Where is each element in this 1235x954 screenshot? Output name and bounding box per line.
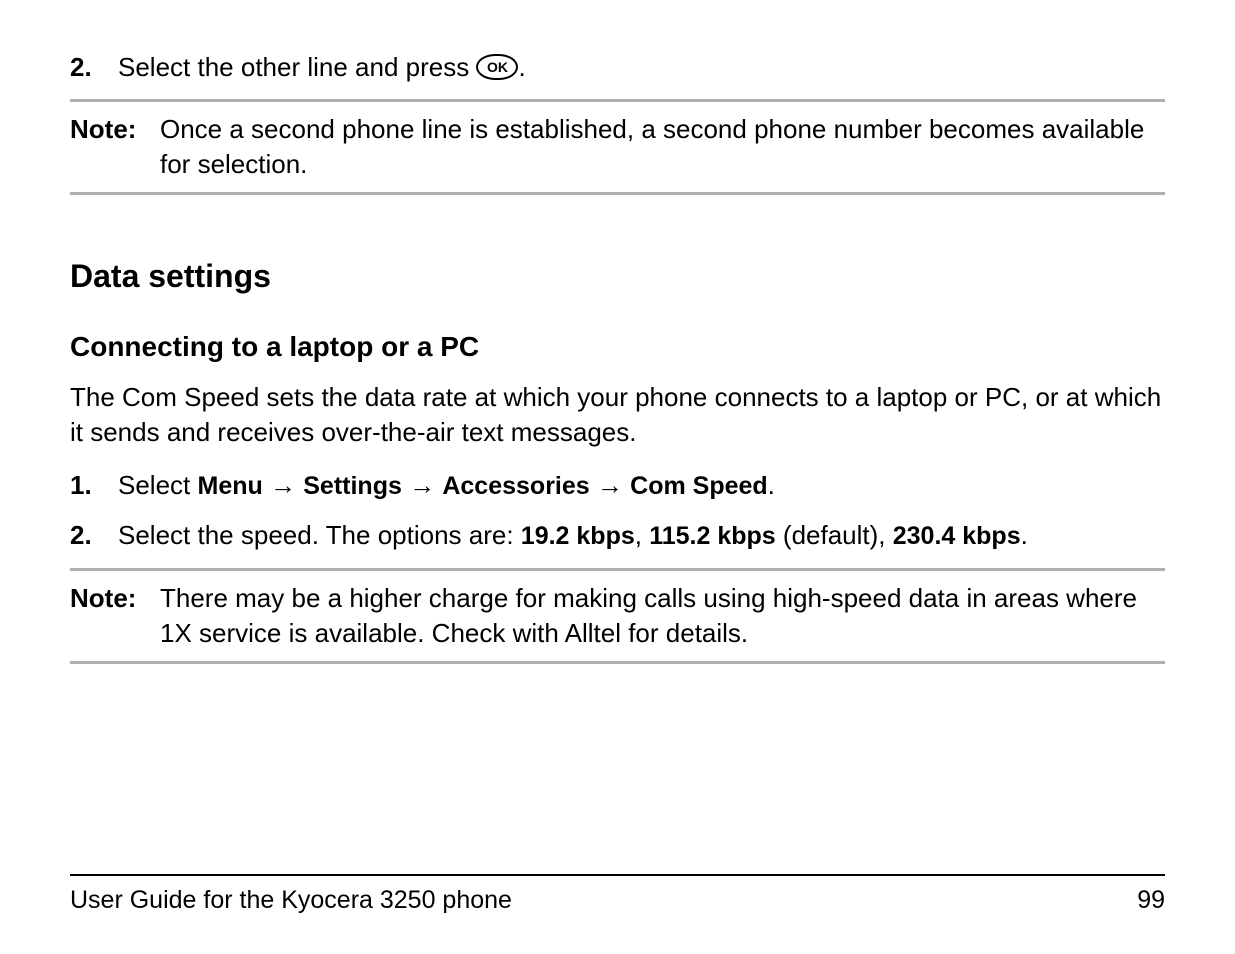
step-body: Select Menu → Settings → Accessories → C… — [118, 468, 1165, 504]
note-label: Note: — [70, 581, 160, 651]
nav-settings: Settings — [303, 472, 402, 500]
period: . — [1021, 520, 1028, 550]
note-text: There may be a higher charge for making … — [160, 581, 1165, 651]
step-number: 1. — [70, 468, 118, 504]
nav-accessories: Accessories — [442, 472, 589, 500]
speed-option-1: 19.2 kbps — [521, 522, 635, 550]
footer-title: User Guide for the Kyocera 3250 phone — [70, 884, 512, 918]
section-heading: Data settings — [70, 255, 1165, 298]
step-text-before: Select the other line and press — [118, 52, 476, 82]
step-prefix: Select — [118, 470, 198, 500]
step-prefix: Select the speed. The options are: — [118, 520, 521, 550]
page-footer: User Guide for the Kyocera 3250 phone 99 — [70, 874, 1165, 918]
note-block-1: Note: Once a second phone line is establ… — [70, 99, 1165, 195]
ok-button-icon: OK — [476, 54, 518, 80]
step-text-after: . — [518, 52, 525, 82]
subsection-heading: Connecting to a laptop or a PC — [70, 328, 1165, 366]
step-body: Select the other line and press OK. — [118, 50, 1165, 85]
arrow-icon: → — [270, 470, 296, 500]
nav-menu: Menu — [198, 472, 263, 500]
step-2-top: 2. Select the other line and press OK. — [70, 50, 1165, 85]
page-number: 99 — [1137, 884, 1165, 918]
note-block-2: Note: There may be a higher charge for m… — [70, 568, 1165, 664]
note-label: Note: — [70, 112, 160, 182]
default-label: (default), — [776, 520, 893, 550]
step-2: 2. Select the speed. The options are: 19… — [70, 518, 1165, 554]
step-number: 2. — [70, 50, 118, 85]
period: . — [768, 470, 775, 500]
arrow-icon: → — [597, 470, 623, 500]
step-number: 2. — [70, 518, 118, 554]
intro-paragraph: The Com Speed sets the data rate at whic… — [70, 380, 1165, 450]
note-text: Once a second phone line is established,… — [160, 112, 1165, 182]
step-1: 1. Select Menu → Settings → Accessories … — [70, 468, 1165, 504]
speed-option-3: 230.4 kbps — [893, 522, 1021, 550]
nav-comspeed: Com Speed — [630, 472, 768, 500]
sep: , — [635, 520, 649, 550]
speed-option-2: 115.2 kbps — [649, 522, 775, 550]
step-body: Select the speed. The options are: 19.2 … — [118, 518, 1165, 554]
arrow-icon: → — [409, 470, 435, 500]
